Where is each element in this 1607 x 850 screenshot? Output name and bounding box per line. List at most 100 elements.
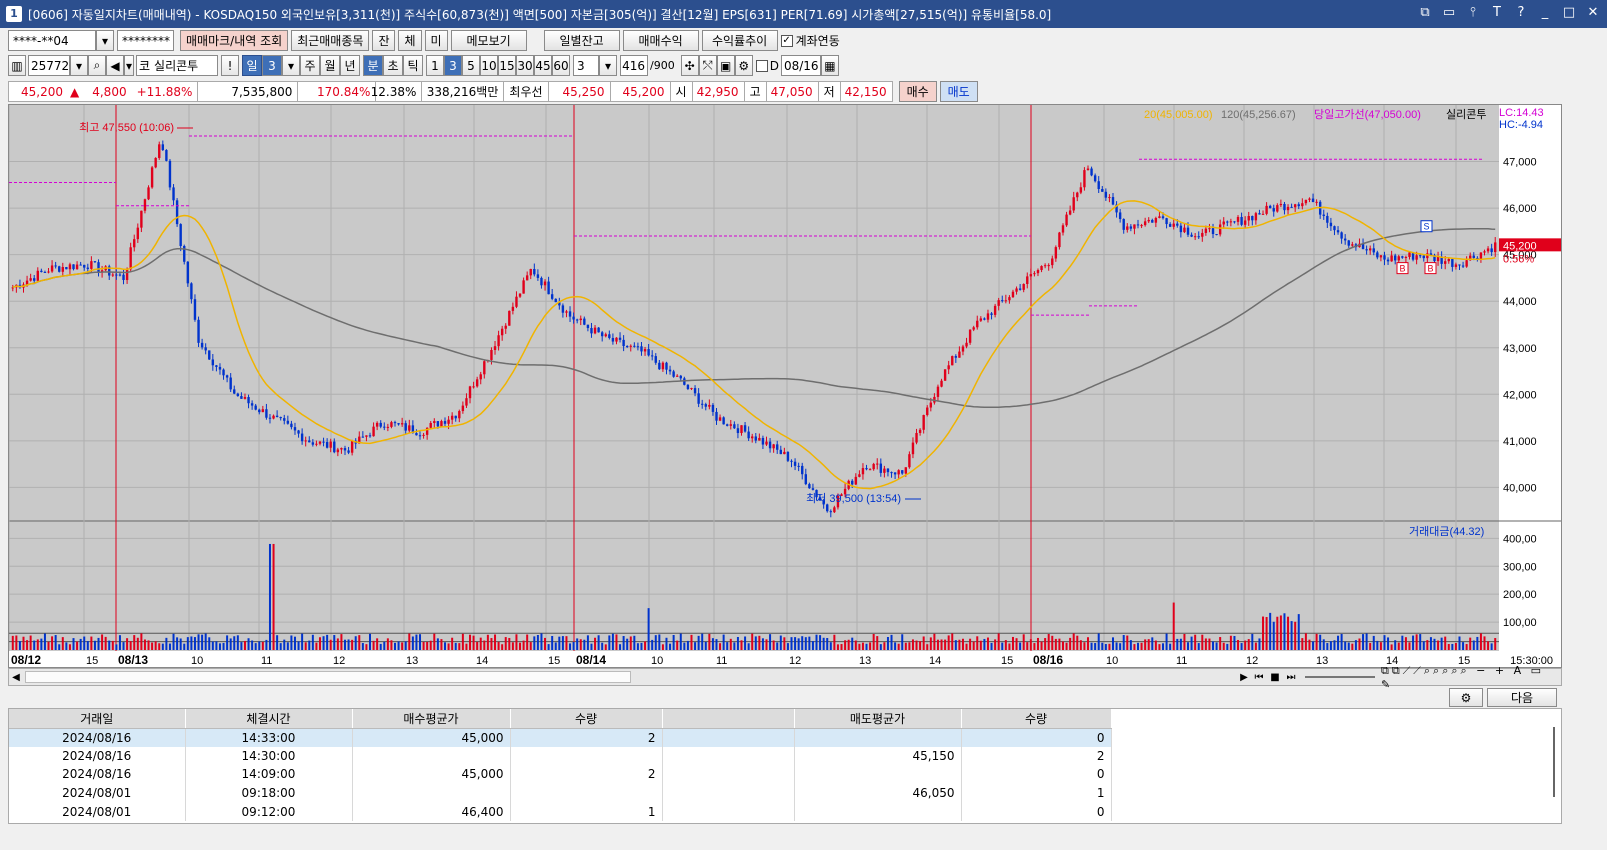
chevron-down-icon[interactable]: ▾ — [96, 30, 114, 51]
col-buy-qty[interactable]: 수량 — [510, 709, 663, 729]
executed-button[interactable]: 체 — [398, 30, 422, 51]
save-icon[interactable]: ▣ — [716, 55, 735, 76]
candle — [1065, 214, 1068, 226]
interval-15-button[interactable]: 15 — [498, 55, 516, 76]
next-button[interactable]: 다음 — [1487, 688, 1557, 707]
volume-rate: 170.84% — [298, 81, 377, 102]
col-trade-date[interactable]: 거래일 — [9, 709, 186, 729]
profit-trend-button[interactable]: 수익률추이 — [701, 30, 778, 51]
candle — [1076, 192, 1079, 198]
table-row[interactable]: 2024/08/16 14:33:00 45,000 2 0 — [9, 728, 1112, 747]
stock-name-field[interactable]: 코 실리콘투 — [136, 55, 218, 76]
table-row[interactable]: 2024/08/01 09:18:00 46,050 1 — [9, 783, 1112, 803]
chevron-down-icon[interactable]: ▾ — [282, 55, 300, 76]
volume-bar — [272, 543, 275, 650]
account-link-checkbox[interactable]: ✓ — [780, 34, 793, 47]
close-icon[interactable]: ✕ — [1585, 4, 1601, 22]
candle — [286, 420, 290, 424]
alert-icon[interactable]: ! — [221, 55, 239, 76]
period-week-button[interactable]: 주 — [300, 55, 320, 76]
account-select[interactable]: ****-**04 — [8, 30, 96, 51]
volume-bar — [1315, 633, 1318, 650]
restore-layout-icon[interactable]: ▭ — [1441, 4, 1457, 22]
volume-bar — [1279, 615, 1282, 650]
table-row[interactable]: 2024/08/01 09:12:00 46,400 1 0 — [9, 802, 1112, 821]
period-day-button[interactable]: 일 — [242, 55, 262, 76]
volume-bar — [1058, 638, 1061, 650]
link-icon[interactable]: ⧉ — [1417, 4, 1433, 22]
date-field[interactable]: 08/16 — [780, 55, 821, 76]
gear-icon[interactable]: ⚙ — [734, 55, 753, 76]
volume-bar — [1194, 634, 1197, 650]
calendar-icon[interactable]: ▦ — [820, 55, 839, 76]
col-buy-avg[interactable]: 매수평균가 — [352, 709, 511, 729]
sell-button[interactable]: 매도 — [939, 81, 978, 102]
interval-10-button[interactable]: 10 — [480, 55, 498, 76]
interval-5-button[interactable]: 5 — [462, 55, 480, 76]
table-row[interactable]: 2024/08/16 14:30:00 45,150 2 — [9, 746, 1112, 766]
maximize-icon[interactable]: □ — [1561, 4, 1577, 22]
volume-bar — [1036, 637, 1039, 650]
daily-balance-button[interactable]: 일별잔고 — [543, 30, 620, 51]
chart-tools-icon[interactable]: ⧉⧉⟋⟋⌕⌕⌕⌕⌕ − + A ▭ ✎ — [1381, 664, 1561, 691]
period-tick-button[interactable]: 틱 — [403, 55, 423, 76]
interval-60-button[interactable]: 60 — [552, 55, 570, 76]
help-icon[interactable]: ? — [1513, 4, 1529, 22]
crosshair-icon[interactable]: ✣ — [680, 55, 699, 76]
chevron-down-icon[interactable]: ▾ — [599, 55, 617, 76]
table-cell: 46,050 — [794, 783, 962, 803]
table-row[interactable]: 2024/08/16 14:09:00 45,000 2 0 — [9, 765, 1112, 784]
interval-1-button[interactable]: 1 — [426, 55, 444, 76]
interval-count-field[interactable]: 3 — [573, 55, 599, 76]
balance-button[interactable]: 잔 — [372, 30, 396, 51]
col-sell-qty[interactable]: 수량 — [961, 709, 1112, 729]
unfilled-button[interactable]: 미 — [424, 30, 448, 51]
layout-icon[interactable]: ▥ — [8, 55, 26, 76]
candle — [790, 460, 793, 462]
period-num-field[interactable]: 3 — [262, 55, 282, 76]
scroll-thumb[interactable] — [25, 671, 631, 683]
pin-icon[interactable]: ⫯ — [1465, 4, 1481, 22]
memo-button[interactable]: 메모보기 — [450, 30, 527, 51]
speaker-icon[interactable]: ◀ — [106, 55, 124, 76]
buy-button[interactable]: 매수 — [898, 81, 937, 102]
search-icon[interactable]: ⌕ — [88, 55, 106, 76]
volume-bar — [447, 643, 450, 650]
candlestick-chart[interactable]: 47,00046,00045,00044,00043,00042,00041,0… — [9, 105, 1561, 667]
bar-count-input[interactable]: 416 — [620, 55, 648, 76]
interval-3-button[interactable]: 3 — [444, 55, 462, 76]
table-settings-button[interactable]: ⚙ — [1449, 688, 1483, 707]
scroll-right-icon[interactable]: ▶ — [1237, 672, 1251, 683]
chart-area[interactable]: 47,000 46,000 45,000 44,000 43,000 42,000 41,0… — [8, 104, 1562, 668]
password-field[interactable]: ******** — [117, 30, 174, 51]
col-exec-time[interactable]: 체결시간 — [185, 709, 353, 729]
zoom-slider[interactable] — [1305, 676, 1375, 678]
scroll-left-icon[interactable]: ◀ — [9, 672, 23, 683]
recent-trade-button[interactable]: 최근매매종목 — [291, 30, 370, 51]
chevron-down-icon[interactable]: ▾ — [124, 55, 134, 76]
period-second-button[interactable]: 초 — [383, 55, 403, 76]
period-minute-button[interactable]: 분 — [363, 55, 383, 76]
candle — [718, 417, 722, 421]
stop-icon[interactable]: ■ — [1267, 672, 1283, 683]
volume-bar — [1190, 636, 1193, 650]
minimize-icon[interactable]: _ — [1537, 4, 1553, 22]
scroll-first-icon[interactable]: ⏮ — [1251, 672, 1267, 683]
chevron-down-icon[interactable]: ▾ — [70, 55, 88, 76]
col-sell-avg[interactable]: 매도평균가 — [794, 709, 962, 729]
volume-bar — [72, 638, 75, 650]
scroll-last-icon[interactable]: ⏭ — [1283, 672, 1299, 683]
candle — [333, 441, 336, 453]
period-month-button[interactable]: 월 — [320, 55, 340, 76]
date-checkbox[interactable] — [755, 59, 768, 72]
stock-code-input[interactable]: 257720 — [28, 55, 77, 76]
interval-30-button[interactable]: 30 — [516, 55, 534, 76]
interval-45-button[interactable]: 45 — [534, 55, 552, 76]
font-icon[interactable]: T — [1489, 4, 1505, 22]
period-year-button[interactable]: 년 — [340, 55, 360, 76]
table-vscroll[interactable] — [1553, 727, 1555, 797]
toggle-icon[interactable]: ⤲ — [698, 55, 717, 76]
trade-mark-query-button[interactable]: 매매마크/내역 조회 — [180, 30, 289, 51]
trade-profit-button[interactable]: 매매수익 — [622, 30, 699, 51]
chart-scrollbar[interactable]: ◀ ▶ ⏮ ■ ⏭ ⧉⧉⟋⟋⌕⌕⌕⌕⌕ − + A ▭ ✎ — [8, 664, 1562, 691]
